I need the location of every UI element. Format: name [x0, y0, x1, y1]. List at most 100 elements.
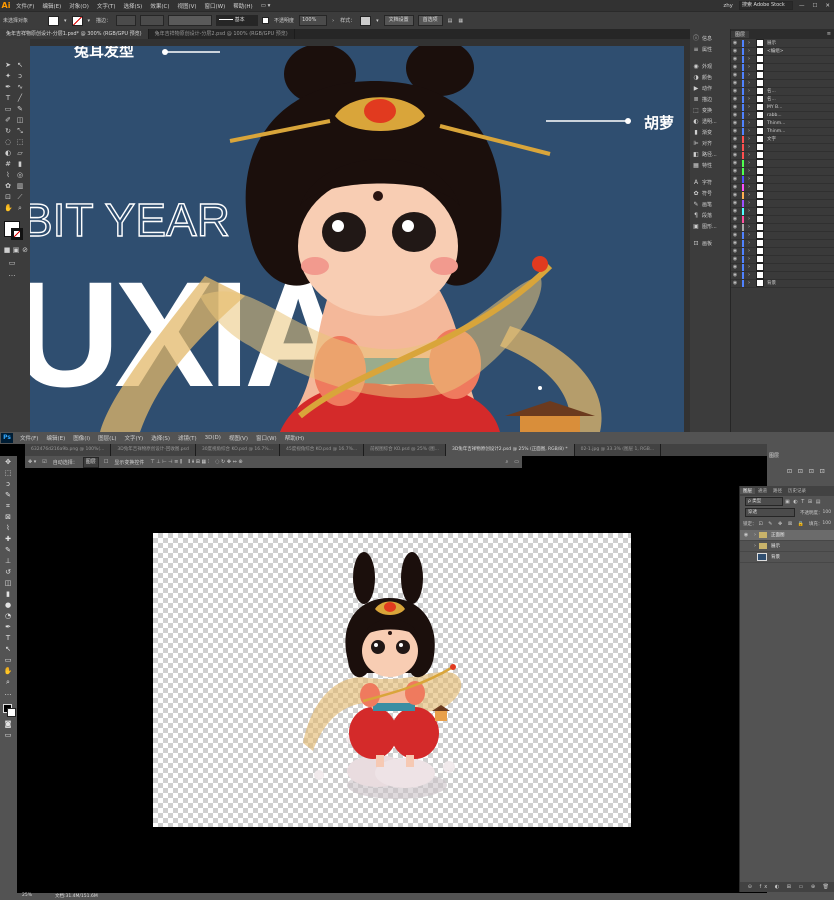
dock-pathfinder[interactable]: ◧ 路径...	[690, 149, 730, 160]
opacity-value[interactable]: 100	[823, 510, 832, 515]
line-tool-icon[interactable]: ╱	[16, 94, 24, 102]
brush-icon[interactable]: ✎	[3, 546, 13, 555]
background-color-swatch[interactable]	[7, 708, 16, 717]
quick-select-icon[interactable]: ✎	[3, 491, 13, 500]
ps-menu-edit[interactable]: 编辑(E)	[42, 434, 69, 442]
ps-menu-file[interactable]: 文件(F)	[16, 434, 42, 442]
gradient-icon[interactable]: ▮	[16, 160, 24, 168]
stroke-dropdown[interactable]	[140, 15, 165, 26]
ps-tab-4[interactable]: 45度视角综合 KO.psd @ 16.7%...	[280, 444, 365, 456]
dock-color[interactable]: ◑ 颜色	[690, 72, 730, 83]
expand-arrow-icon[interactable]: ›	[748, 224, 750, 230]
opacity-field[interactable]: 100%	[299, 15, 328, 26]
slice-icon[interactable]: ⟋	[16, 193, 24, 201]
dock-appearance[interactable]: ◉ 外观	[690, 61, 730, 72]
ps-menu-window[interactable]: 窗口(W)	[252, 434, 281, 442]
style-swatch[interactable]	[360, 15, 372, 26]
symbol-sprayer-icon[interactable]: ✿	[4, 182, 12, 190]
blend-icon[interactable]: ◎	[16, 171, 24, 179]
visibility-eye-icon[interactable]: ◉	[732, 56, 738, 62]
dodge-icon[interactable]: ◔	[3, 612, 13, 621]
ps-layer-row[interactable]: 背景	[740, 552, 834, 563]
expand-arrow-icon[interactable]: ›	[748, 112, 750, 118]
color-mode-icon[interactable]: ■	[3, 246, 11, 254]
document-setup-button[interactable]: 文档设置	[383, 15, 414, 26]
shaper-icon[interactable]: ✐	[4, 116, 12, 124]
screen-mode-icon[interactable]: ▭	[8, 259, 16, 267]
expand-arrow-icon[interactable]: ›	[748, 216, 750, 222]
expand-arrow-icon[interactable]: ›	[748, 80, 750, 86]
close-icon[interactable]: ✕	[821, 3, 834, 9]
selection-tool-icon[interactable]: ➤	[4, 61, 12, 69]
lasso-icon[interactable]: ↄ	[3, 480, 13, 489]
preferences-button[interactable]: 首选项	[417, 15, 443, 26]
perspective-icon[interactable]: ▱	[16, 149, 24, 157]
ps-right-icons[interactable]: ⊡ ⊡ ⊡ ⊡	[787, 468, 827, 475]
dock-symbols[interactable]: ✿ 符号	[690, 188, 730, 199]
eyedropper-icon[interactable]: ⌇	[4, 171, 12, 179]
visibility-eye-icon[interactable]: ◉	[732, 200, 738, 206]
ps-layer-row[interactable]: ◉ › 正面图	[740, 530, 834, 541]
hand-icon[interactable]: ✋	[3, 667, 13, 676]
visibility-eye-icon[interactable]: ◉	[732, 256, 738, 262]
hand-icon[interactable]: ✋	[4, 204, 13, 212]
ai-tab-1[interactable]: 兔年吉祥物原创设计-分层1.psd* @ 300% (RGB/GPU 预览)	[0, 29, 149, 39]
ai-layer-row[interactable]: ◉ › 背景	[731, 279, 834, 288]
visibility-eye-icon[interactable]: ◉	[732, 248, 738, 254]
visibility-eye-icon[interactable]: ◉	[732, 280, 738, 286]
ai-menu-window[interactable]: 窗口(W)	[201, 2, 230, 10]
ps-menu-select[interactable]: 选择(S)	[147, 434, 174, 442]
ps-menu-layer[interactable]: 图层(L)	[94, 434, 120, 442]
expand-arrow-icon[interactable]: ›	[748, 192, 750, 198]
ai-menu-view[interactable]: 视图(V)	[173, 2, 200, 10]
free-transform-icon[interactable]: ⬚	[16, 138, 24, 146]
visibility-eye-icon[interactable]: ◉	[732, 104, 738, 110]
scale-icon[interactable]: ⤡	[16, 127, 24, 135]
ps-layers-footer[interactable]: ⊝ fx ◐ ⊞ ▭ ⊕ 🗑	[740, 882, 834, 892]
ai-menu-type[interactable]: 文字(T)	[93, 2, 120, 10]
visibility-eye-icon[interactable]: ◉	[732, 40, 738, 46]
chevron-down-icon[interactable]: ▾	[64, 18, 67, 24]
ai-menu-help[interactable]: 帮助(H)	[229, 2, 256, 10]
ps-document-canvas[interactable]	[153, 533, 631, 827]
dock-transparency[interactable]: ◐ 透明...	[690, 116, 730, 127]
more-tools-icon[interactable]: …	[8, 270, 16, 278]
opacity-toggle[interactable]	[262, 17, 270, 24]
move-tool-icon[interactable]: ✥ ▾	[28, 459, 36, 465]
fill-value[interactable]: 100	[822, 521, 831, 526]
expand-arrow-icon[interactable]: ›	[748, 248, 750, 254]
align-icons[interactable]: ⊤ ⊥ ⊢ ⊣ ≡ ⫼	[150, 459, 182, 465]
dock-brushes[interactable]: ✎ 画笔	[690, 199, 730, 210]
visibility-eye-icon[interactable]: ◉	[732, 240, 738, 246]
expand-arrow-icon[interactable]: ›	[748, 200, 750, 206]
3d-mode-icons[interactable]: ◌ ↻ ✥ ⇔ ⊕	[215, 459, 242, 465]
paintbrush-icon[interactable]: ✎	[16, 105, 24, 113]
ps-menu-3d[interactable]: 3D(D)	[201, 435, 225, 441]
graph-icon[interactable]: ▥	[16, 182, 24, 190]
search-icon[interactable]: ⌕	[505, 459, 508, 465]
gradient-icon[interactable]: ▮	[3, 590, 13, 599]
fill-swatch[interactable]	[48, 15, 59, 26]
rectangle-tool-icon[interactable]: ▭	[4, 105, 12, 113]
minimize-icon[interactable]: —	[795, 3, 809, 9]
ps-layer-row[interactable]: › 展示	[740, 541, 834, 552]
zoom-icon[interactable]: ⌕	[16, 204, 24, 212]
pen-icon[interactable]: ✒	[3, 623, 13, 632]
visibility-eye-icon[interactable]: ◉	[732, 192, 738, 198]
expand-arrow-icon[interactable]: ›	[754, 532, 756, 538]
stroke-color-swatch[interactable]	[11, 228, 23, 240]
tab-channels[interactable]: 通道	[755, 488, 770, 494]
ps-tab-3[interactable]: 30度视角综合 KO.psd @ 16.7%...	[196, 444, 280, 456]
expand-arrow-icon[interactable]: ›	[748, 96, 750, 102]
expand-arrow-icon[interactable]: ›	[748, 256, 750, 262]
layer-kind-filter[interactable]: ρ 类型	[745, 497, 783, 506]
expand-arrow-icon[interactable]: ›	[748, 240, 750, 246]
ps-tab-5[interactable]: 前视图综合 KO.psd @ 25% (图...	[364, 444, 446, 456]
chevron-right-icon[interactable]: ›	[332, 18, 334, 24]
expand-arrow-icon[interactable]: ›	[748, 280, 750, 286]
dock-attributes[interactable]: ▦ 特性	[690, 160, 730, 171]
expand-arrow-icon[interactable]: ›	[748, 40, 750, 46]
ps-menu-view[interactable]: 视图(V)	[225, 434, 252, 442]
visibility-eye-icon[interactable]: ◉	[732, 184, 738, 190]
visibility-eye-icon[interactable]: ◉	[732, 152, 738, 158]
